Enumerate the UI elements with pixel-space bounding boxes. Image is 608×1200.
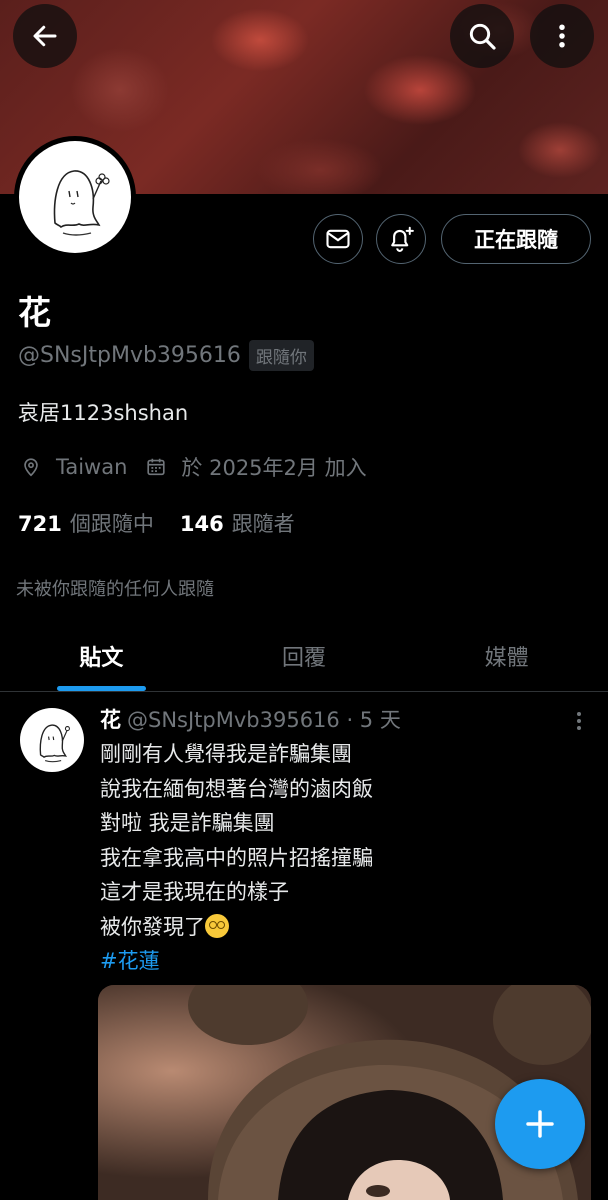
search-icon	[469, 23, 496, 50]
more-vertical-icon	[577, 712, 581, 730]
joined-item: 於 2025年2月 加入	[145, 452, 367, 482]
post-handle-time: @SNsJtpMvb395616 · 5 天	[127, 708, 401, 732]
profile-bio: 哀居1123shshan	[18, 401, 189, 425]
post-body: 剛剛有人覺得我是詐騙集團 說我在緬甸想著台灣的滷肉飯 對啦 我是詐騙集團 我在拿…	[100, 737, 373, 979]
post-line: 剛剛有人覺得我是詐騙集團	[100, 742, 352, 766]
following-button[interactable]: 正在跟隨	[441, 214, 591, 264]
plus-icon	[526, 1110, 554, 1138]
woozy-face-icon	[205, 913, 229, 938]
profile-meta: Taiwan 於 2025年2月 加入	[20, 452, 367, 482]
message-button[interactable]	[313, 214, 363, 264]
follows-you-badge: 跟隨你	[248, 340, 314, 371]
location-pin-icon	[24, 458, 38, 477]
user-handle: @SNsJtpMvb395616	[18, 343, 241, 368]
post-line: 我在拿我高中的照片招搖撞騙	[100, 845, 373, 870]
notifications-button[interactable]	[376, 214, 426, 264]
mutual-followers-note: 未被你跟隨的任何人跟隨	[16, 579, 214, 600]
tab-media[interactable]: 媒體	[405, 620, 608, 691]
joined-text: 於 2025年2月 加入	[181, 456, 367, 480]
more-vertical-icon	[559, 24, 565, 48]
post-header: 花 @SNsJtpMvb395616 · 5 天	[100, 704, 401, 734]
post-line: 說我在緬甸想著台灣的滷肉飯	[100, 776, 373, 801]
post-line: 被你發現了	[100, 914, 205, 939]
ghost-drawing-icon	[53, 170, 110, 236]
tab-replies[interactable]: 回覆	[203, 620, 406, 691]
post-line-last: 被你發現了	[100, 910, 373, 945]
ghost-drawing-icon	[39, 724, 70, 763]
arrow-left-icon	[33, 25, 57, 47]
post-hashtag[interactable]: #花蓮	[100, 944, 373, 979]
mail-icon	[326, 229, 350, 249]
followers-count: 146	[179, 512, 224, 536]
compose-button[interactable]	[495, 1079, 585, 1169]
profile-tabs: 貼文 回覆 媒體	[0, 620, 608, 692]
location-item: Taiwan	[20, 455, 127, 479]
post-line: 這才是我現在的樣子	[100, 880, 289, 904]
display-name: 花	[18, 293, 51, 332]
back-button[interactable]	[13, 4, 77, 68]
bell-plus-icon	[391, 226, 414, 252]
tab-posts[interactable]: 貼文	[0, 620, 203, 691]
more-options-button[interactable]	[530, 4, 594, 68]
followers-label: 跟隨者	[231, 512, 295, 536]
following-count: 721	[18, 512, 62, 536]
calendar-icon	[147, 458, 166, 476]
following-label: 個跟隨中	[69, 512, 154, 536]
follow-stats: 721 個跟隨中 146 跟隨者	[18, 508, 295, 538]
search-button[interactable]	[450, 4, 514, 68]
post-avatar[interactable]	[20, 708, 84, 772]
following-stat[interactable]: 721 個跟隨中	[18, 508, 154, 538]
followers-stat[interactable]: 146 跟隨者	[180, 508, 295, 538]
post-author-name[interactable]: 花	[100, 704, 121, 734]
location-text: Taiwan	[56, 455, 128, 479]
post-line: 對啦 我是詐騙集團	[100, 811, 275, 835]
active-tab-indicator	[57, 686, 146, 691]
profile-avatar[interactable]	[14, 136, 136, 258]
handle-row: @SNsJtpMvb395616 跟隨你	[18, 340, 314, 371]
post-more-button[interactable]	[572, 710, 586, 736]
